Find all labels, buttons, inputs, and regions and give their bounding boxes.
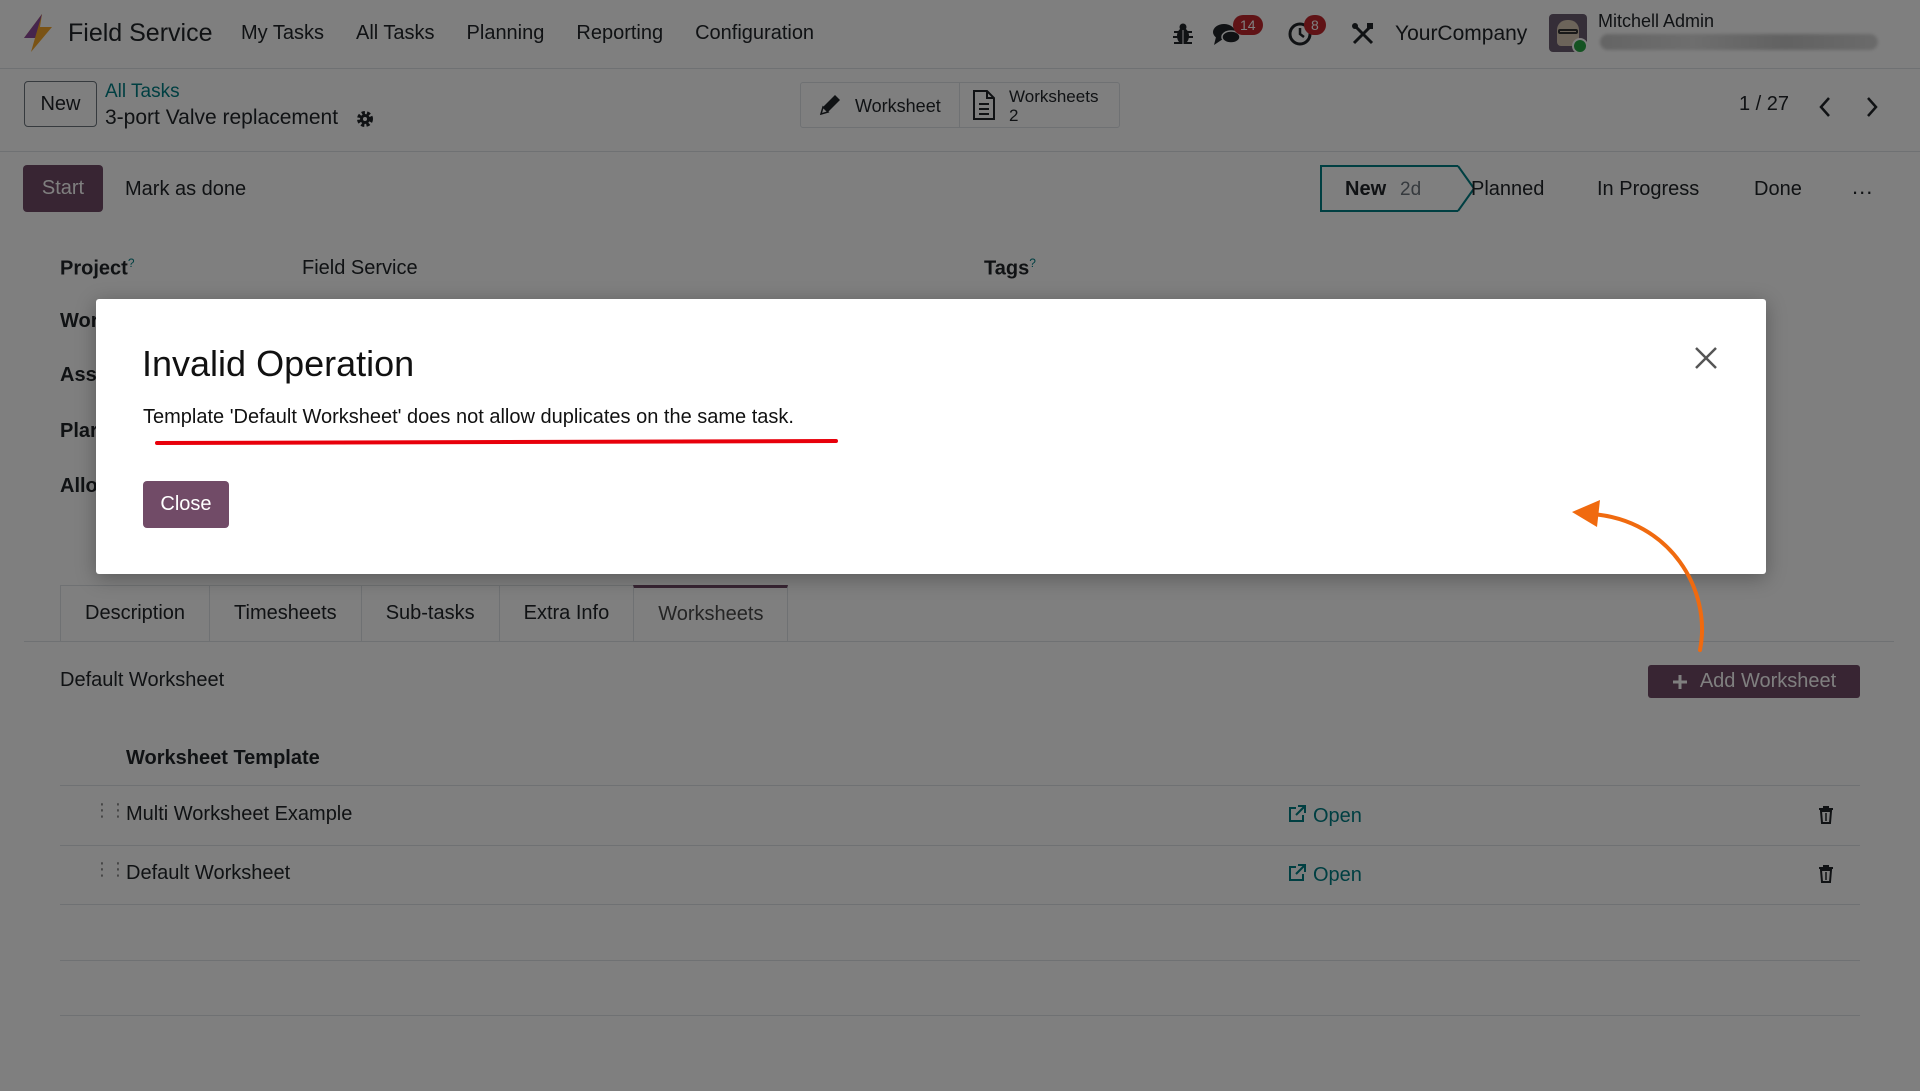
dialog-message: Template 'Default Worksheet' does not al… [143, 406, 794, 428]
close-icon[interactable] [1691, 343, 1721, 373]
close-button[interactable]: Close [143, 481, 229, 528]
dialog-title: Invalid Operation [142, 343, 415, 384]
error-dialog: Invalid Operation Template 'Default Work… [96, 299, 1766, 574]
